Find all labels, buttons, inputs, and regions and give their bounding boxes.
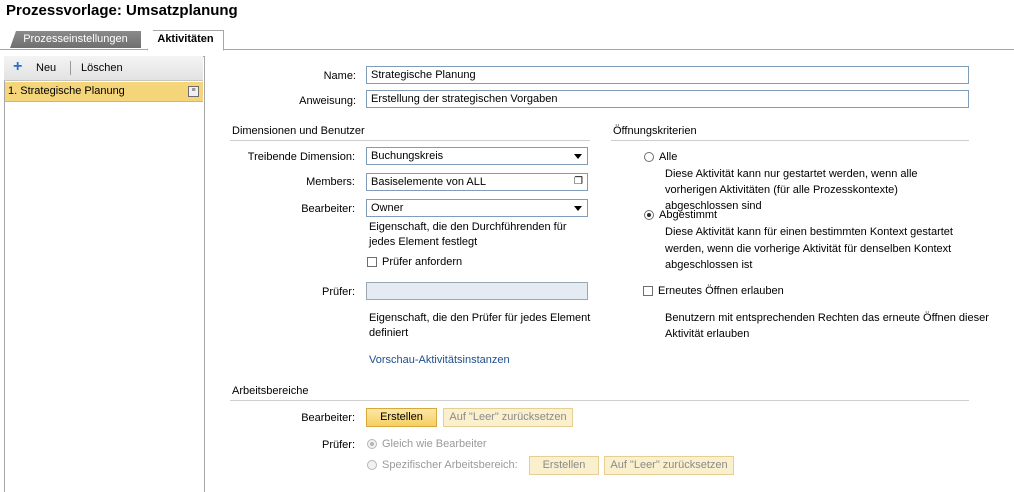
chevron-down-icon[interactable]	[574, 154, 582, 159]
name-field[interactable]: Strategische Planung	[366, 66, 969, 84]
radio-specific-workspace[interactable]	[367, 460, 377, 470]
reviewer-note-line-2: definiert	[369, 327, 409, 339]
section-dimensions-title: Dimensionen und Benutzer	[232, 125, 365, 137]
matched-desc-line-3: abgeschlossen ist	[665, 259, 753, 271]
radio-all[interactable]	[644, 152, 654, 162]
workspace-editor-label: Bearbeiter:	[301, 412, 355, 424]
chevron-down-icon[interactable]	[574, 206, 582, 211]
members-field[interactable]: Basiselemente von ALL ❐	[366, 173, 588, 191]
radio-specific-workspace-label: Spezifischer Arbeitsbereich:	[382, 459, 518, 471]
plus-icon[interactable]: +	[13, 59, 22, 75]
members-label: Members:	[306, 176, 355, 188]
workspace-reviewer-label: Prüfer:	[321, 439, 355, 451]
reviewer-field[interactable]	[366, 282, 588, 300]
reopen-checkbox[interactable]	[643, 286, 653, 296]
members-value: Basiselemente von ALL	[371, 176, 486, 188]
matched-desc-line-1: Diese Aktivität kann für einen bestimmte…	[665, 226, 953, 238]
list-item-label: 1. Strategische Planung	[8, 85, 125, 97]
value-help-icon[interactable]: ❐	[574, 177, 583, 187]
create-workspace-button[interactable]: Erstellen	[366, 408, 437, 427]
reopen-desc-line-2: Aktivität erlauben	[665, 328, 750, 340]
name-label: Name:	[323, 70, 356, 82]
require-reviewer-label: Prüfer anfordern	[382, 256, 463, 268]
reset-to-empty-button[interactable]: Auf "Leer" zurücksetzen	[443, 408, 573, 427]
reviewer-label: Prüfer:	[321, 286, 355, 298]
require-reviewer-checkbox[interactable]	[367, 257, 377, 267]
tab-process-settings[interactable]: Prozesseinstellungen	[10, 31, 141, 48]
all-desc-line-2: vorherigen Aktivitäten (für alle Prozess…	[665, 184, 898, 196]
toolbar-divider	[70, 61, 71, 75]
divider	[611, 140, 969, 141]
driving-dimension-value: Buchungskreis	[371, 150, 444, 162]
divider	[230, 140, 590, 141]
instruction-label: Anweisung:	[299, 95, 356, 107]
editor-select[interactable]: Owner	[366, 199, 588, 217]
create-reviewer-workspace-button[interactable]: Erstellen	[529, 456, 599, 475]
radio-matched[interactable]	[644, 210, 654, 220]
section-opening-criteria-title: Öffnungskriterien	[613, 125, 697, 137]
reset-reviewer-to-empty-button[interactable]: Auf "Leer" zurücksetzen	[604, 456, 734, 475]
activity-list-panel	[4, 56, 205, 492]
driving-dimension-label: Treibende Dimension:	[247, 151, 355, 163]
instruction-field[interactable]: Erstellung der strategischen Vorgaben	[366, 90, 969, 108]
radio-matched-label: Abgestimmt	[659, 209, 718, 221]
reopen-label: Erneutes Öffnen erlauben	[658, 285, 784, 297]
all-desc-line-1: Diese Aktivität kann nur gestartet werde…	[665, 168, 918, 180]
delete-button[interactable]: Löschen	[81, 62, 123, 74]
radio-all-label: Alle	[659, 151, 678, 163]
section-workspaces-title: Arbeitsbereiche	[232, 385, 309, 397]
editor-value: Owner	[371, 202, 404, 214]
new-button[interactable]: Neu	[36, 62, 56, 74]
matched-desc-line-2: werden, wenn die vorherige Aktivität für…	[665, 243, 952, 255]
page-title: Prozessvorlage: Umsatzplanung	[6, 2, 238, 19]
radio-same-as-editor[interactable]	[367, 439, 377, 449]
reopen-desc-line-1: Benutzern mit entsprechenden Rechten das…	[665, 312, 989, 324]
driving-dimension-select[interactable]: Buchungskreis	[366, 147, 588, 165]
radio-same-as-editor-label: Gleich wie Bearbeiter	[382, 438, 487, 450]
editor-label: Bearbeiter:	[301, 203, 355, 215]
tab-activities[interactable]: Aktivitäten	[147, 30, 224, 51]
divider	[230, 400, 969, 401]
edit-icon[interactable]: ≡	[188, 86, 199, 97]
preview-activity-instances-link[interactable]: Vorschau-Aktivitätsinstanzen	[369, 354, 510, 366]
editor-note-line-2: jedes Element festlegt	[369, 236, 478, 248]
